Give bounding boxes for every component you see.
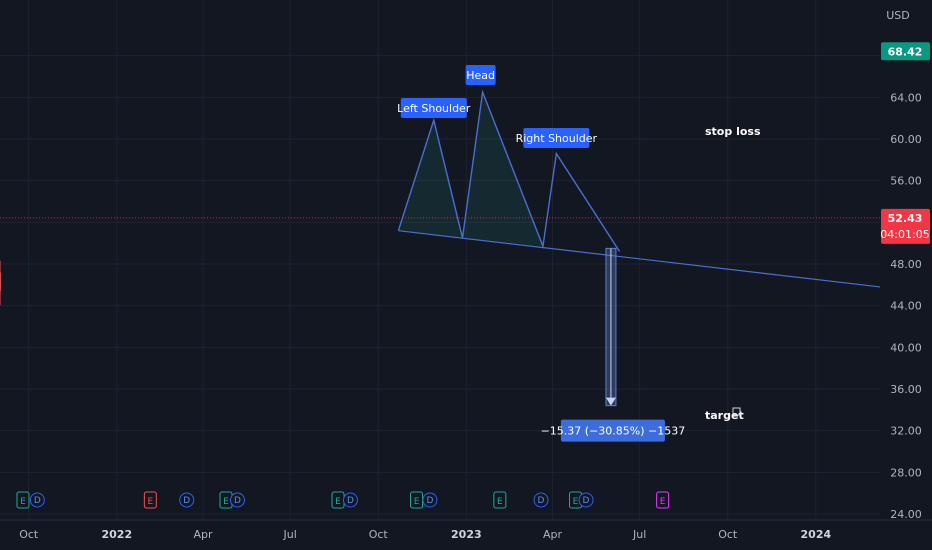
price-tick-label: 32.00 <box>890 425 922 438</box>
candlestick-series <box>0 260 1 306</box>
dividend-icon-label: D <box>234 496 241 506</box>
time-tick-label: Jul <box>632 528 646 541</box>
price-axis[interactable]: USD 24.00 28.00 32.00 36.00 40.00 44.00 48.00 56… <box>880 0 932 550</box>
earnings-icon-label: E <box>147 497 153 507</box>
dividend-icon-label: D <box>347 496 354 506</box>
right-shoulder-label: Right Shoulder <box>516 132 598 145</box>
time-tick-label: Oct <box>718 528 738 541</box>
price-tick-label: 40.00 <box>890 341 922 354</box>
price-tick-label: 64.00 <box>890 91 922 104</box>
time-tick-label: Oct <box>19 528 39 541</box>
time-tick-label: Apr <box>193 528 213 541</box>
time-tick-label: 2023 <box>451 528 482 541</box>
time-tick-label: Oct <box>369 528 389 541</box>
time-tick-label: Jul <box>283 528 297 541</box>
chart-grid <box>0 0 880 520</box>
stop-loss-annotation: stop loss <box>705 125 761 138</box>
price-range-measure[interactable]: −15.37 (−30.85%) −1537 <box>541 247 686 442</box>
dividend-icon-label: D <box>34 496 41 506</box>
time-tick-label: 2022 <box>102 528 133 541</box>
price-tick-label: 60.00 <box>890 133 922 146</box>
left-shoulder-label: Left Shoulder <box>397 102 471 115</box>
price-tick-label: 36.00 <box>890 383 922 396</box>
dividend-icon-label: D <box>583 496 590 506</box>
candle-body <box>0 272 1 292</box>
head-label: Head <box>466 69 495 82</box>
price-chart[interactable]: −15.37 (−30.85%) −1537 Left Shoulder Head… <box>0 0 932 550</box>
bar-countdown: 04:01:05 <box>880 228 929 241</box>
earnings-icon-label: E <box>497 497 503 507</box>
earnings-icon-label: E <box>20 497 26 507</box>
earnings-icon-label: E <box>414 497 420 507</box>
earnings-icon-label: E <box>573 497 579 507</box>
price-tick-label: 56.00 <box>890 175 922 188</box>
price-tick-label: 24.00 <box>890 508 922 521</box>
dividend-icon-label: D <box>538 496 545 506</box>
earnings-icon-label: E <box>223 497 229 507</box>
last-price-label: 52.43 <box>888 212 923 225</box>
measure-label: −15.37 (−30.85%) −1537 <box>541 425 686 438</box>
price-tick-label: 28.00 <box>890 466 922 479</box>
currency-label: USD <box>886 9 910 22</box>
earnings-dividend-events[interactable]: EDEDEDEDEDEDEDE <box>16 491 670 509</box>
dividend-icon-label: D <box>183 496 190 506</box>
price-tick-label: 48.00 <box>890 258 922 271</box>
dividend-icon-label: D <box>426 496 433 506</box>
price-tick-label: 44.00 <box>890 300 922 313</box>
time-tick-label: Apr <box>543 528 563 541</box>
time-tick-label: 2024 <box>801 528 832 541</box>
annotations: stop losstarget <box>705 125 761 422</box>
price-tag-green-label: 68.42 <box>888 45 923 58</box>
time-axis[interactable]: Oct 2022 Apr Jul Oct 2023 Apr Jul Oct 2024 <box>0 519 932 541</box>
earnings-icon-label: E <box>335 497 341 507</box>
earnings-icon-label: E <box>660 497 666 507</box>
